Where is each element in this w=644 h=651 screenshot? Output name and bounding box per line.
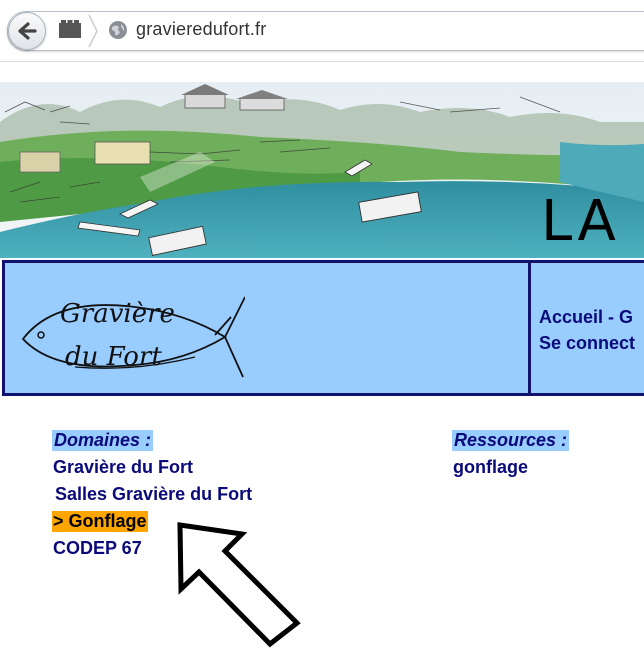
- svg-text:Gravière: Gravière: [60, 299, 175, 329]
- url-text[interactable]: gravieredufort.fr: [136, 19, 266, 40]
- globe-icon: [109, 21, 127, 39]
- domains-title: Domaines :: [52, 430, 154, 451]
- back-button[interactable]: [8, 12, 46, 50]
- address-bar[interactable]: [7, 11, 644, 51]
- toolbar-divider: [0, 61, 644, 62]
- back-arrow-icon: [18, 22, 37, 40]
- banner-title: LA: [541, 189, 620, 254]
- app-grid-icon[interactable]: [59, 20, 81, 38]
- svg-text:du Fort: du Fort: [65, 342, 162, 372]
- domain-link-graviere[interactable]: Gravière du Fort: [53, 457, 193, 478]
- nav-home-link[interactable]: Accueil - G: [539, 307, 633, 328]
- fish-logo: Gravière du Fort: [21, 296, 245, 378]
- separator-chevron: [88, 14, 98, 48]
- pointer-arrow-icon: [177, 522, 301, 648]
- site-header: Gravière du Fort Accueil - G Se connect: [2, 260, 644, 396]
- browser-toolbar: gravieredufort.fr: [0, 0, 644, 62]
- resource-link-gonflage[interactable]: gonflage: [453, 457, 528, 478]
- domain-link-salles[interactable]: Salles Gravière du Fort: [55, 484, 252, 505]
- nav-login-link[interactable]: Se connect: [539, 333, 635, 354]
- domain-link-codep[interactable]: CODEP 67: [53, 538, 142, 559]
- domain-link-gonflage[interactable]: > Gonflage: [52, 511, 148, 532]
- header-divider: [528, 263, 531, 395]
- resources-title: Ressources :: [452, 430, 570, 451]
